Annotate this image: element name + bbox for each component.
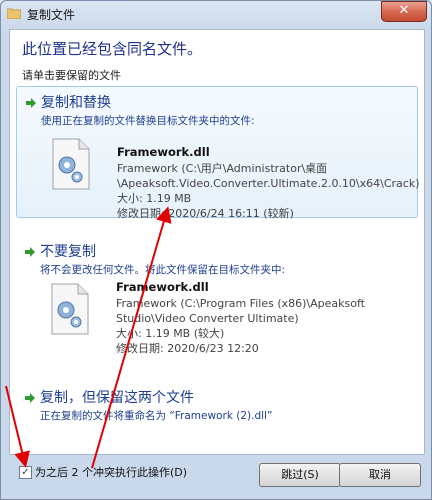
apply-to-all-label[interactable]: 为之后 2 个冲突执行此操作(D) <box>35 464 187 480</box>
file-modified: 修改日期: 2020/6/23 12:20 <box>116 342 259 355</box>
file-name: Framework.dll <box>116 280 209 294</box>
file-name: Framework.dll <box>117 145 210 159</box>
file-size: 大小: 1.19 MB <box>117 192 192 205</box>
file-path-line: Framework (C:\Program Files (x86)\Apeaks… <box>116 297 365 310</box>
apply-to-all-checkbox[interactable]: ✓ <box>19 466 32 479</box>
file-path-line: Framework (C:\用户\Administrator\桌面 <box>117 162 328 175</box>
option-description: 使用正在复制的文件替换目标文件夹中的文件: <box>41 115 255 127</box>
dll-file-icon <box>52 138 90 190</box>
file-modified: 修改日期: 2020/6/24 16:11 (较新) <box>117 207 294 220</box>
skip-button[interactable]: 跳过(S) <box>259 463 341 487</box>
file-path: Framework (C:\用户\Administrator\桌面 \Apeak… <box>117 161 420 221</box>
green-arrow-icon <box>25 393 35 403</box>
dialog-footer: ✓ 为之后 2 个冲突执行此操作(D) 跳过(S) 取消 <box>1 455 431 499</box>
option-keep-both[interactable]: 复制，但保留这两个文件 正在复制的文件将重命名为 “Framework (2).… <box>16 382 416 428</box>
option-title: 不要复制 <box>40 244 96 260</box>
option-copy-and-replace[interactable]: 复制和替换 使用正在复制的文件替换目标文件夹中的文件: Framework.dl… <box>16 86 420 221</box>
file-path-line: Studio\Video Converter Ultimate) <box>116 312 299 325</box>
option-dont-copy[interactable]: 不要复制 将不会更改任何文件。将此文件保留在目标文件夹中: Framework.… <box>16 236 416 366</box>
green-arrow-icon <box>25 247 35 257</box>
option-title: 复制，但保留这两个文件 <box>40 390 194 406</box>
option-description: 将不会更改任何文件。将此文件保留在目标文件夹中: <box>40 264 286 276</box>
file-size: 大小: 1.19 MB (较大) <box>116 327 225 340</box>
file-path-line: \Apeaksoft.Video.Converter.Ultimate.2.0.… <box>117 177 420 190</box>
green-arrow-icon <box>26 98 36 108</box>
dll-file-icon <box>51 283 89 335</box>
close-button[interactable]: ✕ <box>381 1 427 22</box>
option-title: 复制和替换 <box>41 95 111 111</box>
option-description: 正在复制的文件将重命名为 “Framework (2).dll” <box>40 410 273 422</box>
page-title: 此位置已经包含同名文件。 <box>22 40 203 58</box>
cancel-button[interactable]: 取消 <box>339 463 421 487</box>
copy-file-dialog: 复制文件 ✕ 此位置已经包含同名文件。 请单击要保留的文件 复制和替换 使用正在… <box>0 0 432 500</box>
folder-icon <box>7 8 21 19</box>
instruction-text: 请单击要保留的文件 <box>22 69 121 82</box>
window-title: 复制文件 <box>27 8 76 22</box>
dialog-content: 此位置已经包含同名文件。 请单击要保留的文件 复制和替换 使用正在复制的文件替换… <box>9 29 425 455</box>
file-path: Framework (C:\Program Files (x86)\Apeaks… <box>116 296 406 356</box>
title-bar[interactable]: 复制文件 ✕ <box>1 1 431 27</box>
